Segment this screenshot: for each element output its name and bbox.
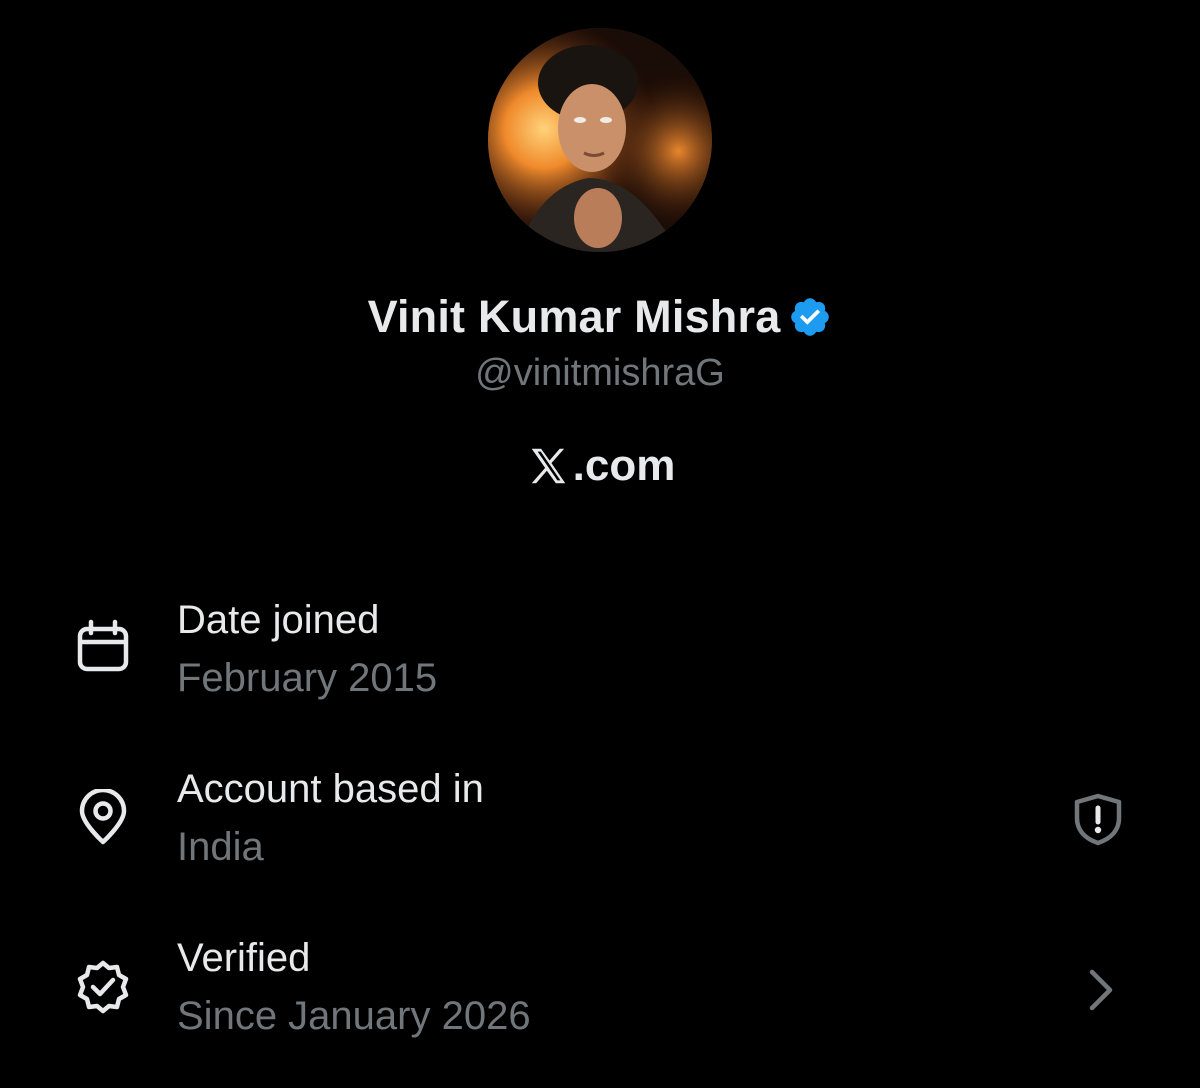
account-based-in-row[interactable]: Account based in India [0, 767, 1200, 887]
avatar-image [488, 28, 712, 252]
brand-domain-text: .com [572, 441, 676, 490]
account-based-in-title: Account based in [177, 767, 484, 811]
display-name: Vinit Kumar Mishra [367, 291, 781, 342]
date-joined-value: February 2015 [177, 656, 438, 700]
location-pin-icon [74, 789, 132, 847]
verified-badge-outline-icon [74, 958, 132, 1016]
verified-value: Since January 2026 [177, 994, 531, 1038]
account-based-in-value: India [177, 825, 264, 869]
chevron-right-icon[interactable] [1074, 962, 1130, 1018]
verified-title: Verified [177, 936, 311, 980]
brand-row: .com [0, 438, 1200, 494]
profile-handle: @vinitmishraG [475, 352, 725, 394]
date-joined-row: Date joined February 2015 [0, 598, 1200, 718]
verified-row[interactable]: Verified Since January 2026 [0, 936, 1200, 1056]
calendar-icon [74, 618, 132, 676]
profile-name-row: Vinit Kumar Mishra [0, 286, 1200, 348]
shield-alert-icon[interactable] [1070, 791, 1126, 847]
x-logo-icon [531, 448, 565, 484]
verified-badge-icon[interactable] [788, 295, 832, 339]
date-joined-title: Date joined [177, 598, 380, 642]
profile-avatar[interactable] [488, 28, 712, 252]
